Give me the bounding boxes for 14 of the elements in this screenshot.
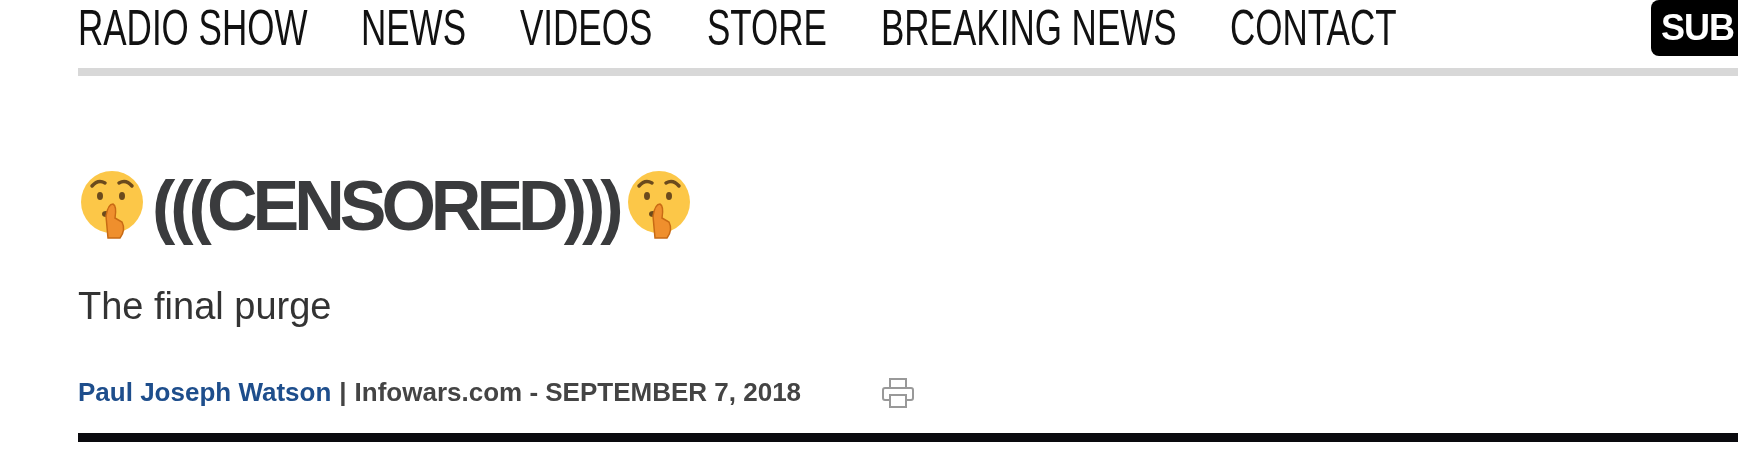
source-date: Infowars.com - SEPTEMBER 7, 2018 [354, 376, 802, 409]
author-link[interactable]: Paul Joseph Watson [78, 373, 332, 412]
nav-link[interactable]: BREAKING NEWS [880, 0, 1177, 56]
nav-link[interactable]: RADIO SHOW [78, 0, 308, 56]
print-icon[interactable] [881, 376, 916, 409]
subscribe-button[interactable]: SUB [1651, 0, 1738, 56]
nav-link[interactable]: STORE [706, 0, 827, 56]
separator: | [339, 376, 347, 409]
article-subtitle: The final purge [78, 284, 333, 329]
nav-link[interactable]: NEWS [361, 0, 467, 56]
article-title: (((CENSORED))) [152, 166, 619, 246]
nav-link[interactable]: CONTACT [1230, 0, 1397, 56]
shushing-face-icon [78, 170, 146, 242]
nav-link[interactable]: VIDEOS [520, 0, 653, 56]
